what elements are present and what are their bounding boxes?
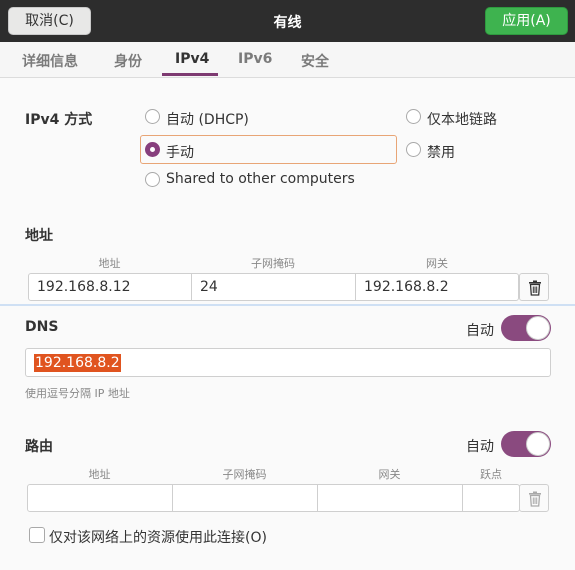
radio-dhcp[interactable] xyxy=(145,109,160,124)
gateway-field[interactable]: 192.168.8.2 xyxy=(355,273,519,301)
tab-ipv4[interactable]: IPv4 xyxy=(175,51,209,67)
trash-icon xyxy=(529,491,541,507)
netmask-field[interactable]: 24 xyxy=(191,273,356,301)
header-bar: 取消(C) 有线 应用(A) xyxy=(0,0,575,42)
route-metric-field[interactable] xyxy=(462,484,520,512)
route-netmask-field[interactable] xyxy=(172,484,318,512)
radio-dhcp-label[interactable]: 自动 (DHCP) xyxy=(166,109,249,129)
trash-icon xyxy=(529,280,541,296)
ipv4-method-label: IPv4 方式 xyxy=(25,112,93,128)
radio-link-local-label[interactable]: 仅本地链路 xyxy=(427,109,497,129)
route-metric-column-header: 跃点 xyxy=(480,468,502,481)
route-address-field[interactable] xyxy=(27,484,173,512)
radio-manual[interactable] xyxy=(145,142,160,157)
address-field[interactable]: 192.168.8.12 xyxy=(28,273,192,301)
routes-auto-label: 自动 xyxy=(466,439,494,455)
dns-hint: 使用逗号分隔 IP 地址 xyxy=(25,387,130,400)
route-gateway-field[interactable] xyxy=(317,484,463,512)
address-column-header: 地址 xyxy=(98,257,121,270)
delete-address-button[interactable] xyxy=(519,273,549,301)
switch-knob xyxy=(526,316,550,340)
tab-bar: 详细信息 身份 IPv4 IPv6 安全 xyxy=(0,42,575,78)
route-address-column-header: 地址 xyxy=(88,468,111,481)
addresses-label: 地址 xyxy=(25,228,53,244)
radio-shared-label[interactable]: Shared to other computers xyxy=(166,171,355,187)
dns-label: DNS xyxy=(25,319,59,335)
gateway-column-header: 网关 xyxy=(426,257,448,270)
routes-auto-switch[interactable] xyxy=(501,431,551,457)
radio-shared[interactable] xyxy=(145,172,160,187)
apply-button[interactable]: 应用(A) xyxy=(485,7,568,35)
dns-value: 192.168.8.2 xyxy=(34,354,121,372)
active-tab-indicator xyxy=(162,73,218,76)
only-local-checkbox[interactable] xyxy=(29,527,45,543)
scroll-divider xyxy=(0,304,575,306)
tab-security[interactable]: 安全 xyxy=(301,51,329,71)
radio-disabled-label[interactable]: 禁用 xyxy=(427,142,455,162)
tab-identity[interactable]: 身份 xyxy=(114,51,142,71)
radio-manual-label[interactable]: 手动 xyxy=(166,142,194,162)
dns-auto-label: 自动 xyxy=(466,323,494,339)
route-gateway-column-header: 网关 xyxy=(378,468,401,481)
netmask-column-header: 子网掩码 xyxy=(251,257,295,270)
only-local-label[interactable]: 仅对该网络上的资源使用此连接(O) xyxy=(49,527,267,547)
delete-route-button[interactable] xyxy=(519,484,549,512)
dns-auto-switch[interactable] xyxy=(501,315,551,341)
tab-details[interactable]: 详细信息 xyxy=(22,51,78,71)
radio-disabled[interactable] xyxy=(406,142,421,157)
radio-link-local[interactable] xyxy=(406,109,421,124)
dns-input[interactable]: 192.168.8.2 xyxy=(25,348,551,377)
routes-label: 路由 xyxy=(25,439,53,455)
switch-knob xyxy=(526,432,550,456)
route-netmask-column-header: 子网掩码 xyxy=(222,468,267,481)
tab-ipv6[interactable]: IPv6 xyxy=(238,51,272,67)
